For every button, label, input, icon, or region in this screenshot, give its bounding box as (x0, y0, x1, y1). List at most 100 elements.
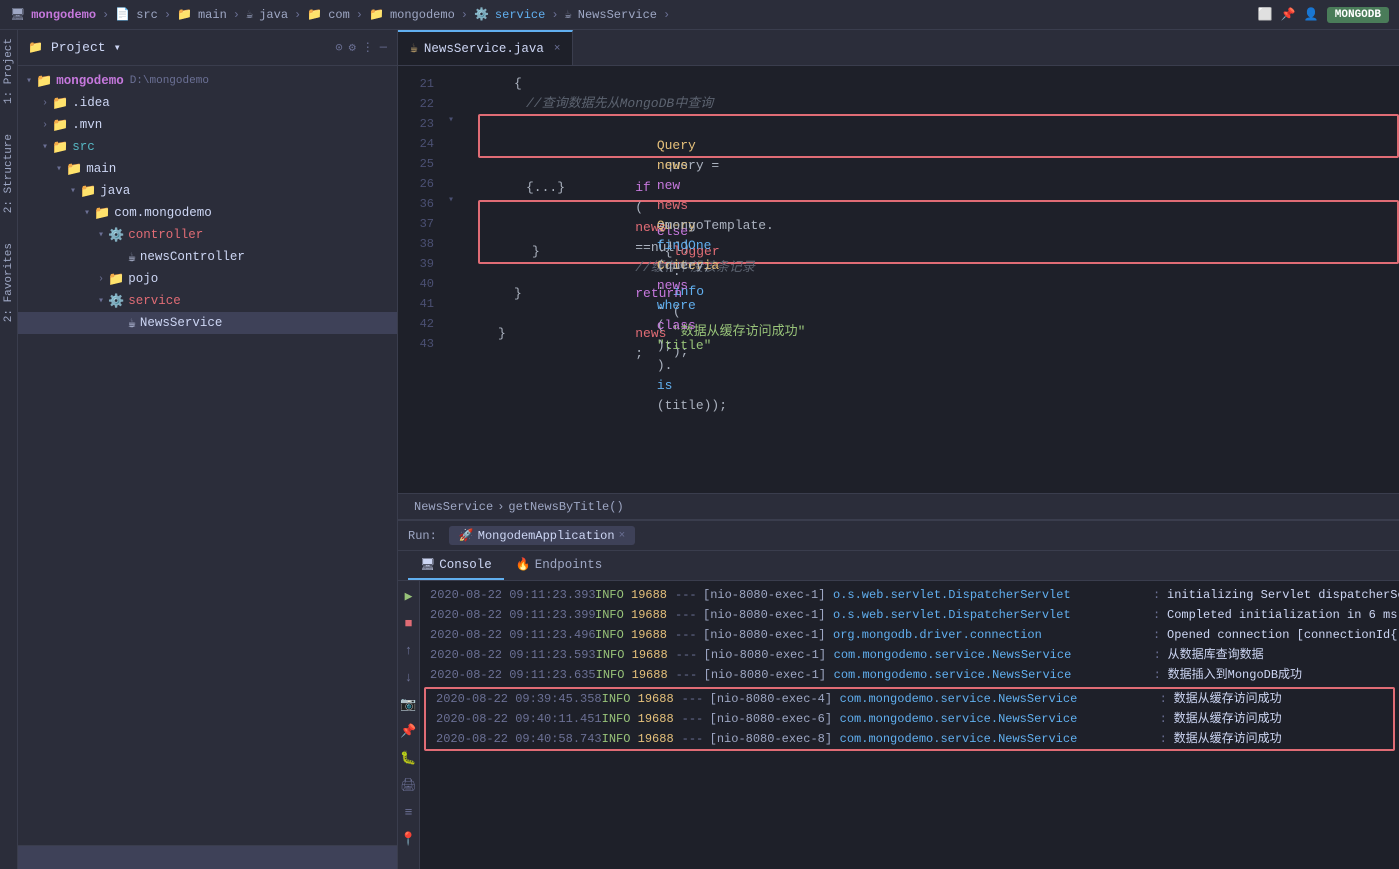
tree-label-com-mongodemo: com.mongodemo (114, 206, 212, 220)
code-line-23: Query query = new Query ( Criteria . whe… (480, 116, 1397, 136)
tree-label-mvn: .mvn (72, 118, 102, 132)
debug-btn[interactable]: 🐛 (398, 749, 418, 768)
class-newsservice-8: com.mongodemo.service.NewsService (840, 729, 1160, 749)
tree-arrow-mvn: › (38, 120, 52, 131)
locate-icon[interactable]: ⊙ (335, 40, 342, 55)
class-newsservice-5: com.mongodemo.service.NewsService (834, 665, 1154, 685)
scroll-up-btn[interactable]: ↑ (403, 641, 415, 660)
tab-close-btn[interactable]: × (554, 43, 561, 55)
console-row-7: 2020-08-22 09:40:11.451 INFO 19688 --- [… (426, 709, 1393, 729)
bp-tab-endpoints[interactable]: 🔥 Endpoints (504, 551, 614, 580)
tree-item-com-mongodemo[interactable]: ▾ 📁 com.mongodemo (18, 202, 397, 224)
console-row-3: 2020-08-22 09:11:23.496 INFO 19688 --- [… (420, 625, 1399, 645)
tree-item-mongodemo[interactable]: ▾ 📁 mongodemo D:\mongodemo (18, 70, 397, 92)
scroll-down-btn[interactable]: ↓ (403, 668, 415, 687)
tree-item-java[interactable]: ▾ 📁 java (18, 180, 397, 202)
filter-btn[interactable]: ≡ (403, 803, 415, 822)
run-tab-icon: 🚀 (459, 528, 474, 543)
tree-label-pojo: pojo (128, 272, 158, 286)
top-bar-icon: 🖥 (10, 7, 25, 22)
line-numbers: 21 22 23 24 25 26 36 37 38 39 40 41 42 4… (398, 66, 444, 493)
sidebar-toolbar-icons[interactable]: ⊙ ⚙ ⋮ — (335, 40, 387, 55)
tree-label-main: main (86, 162, 116, 176)
minimize-icon[interactable]: — (380, 40, 387, 55)
left-sidebar: 📁 Project ▾ ⊙ ⚙ ⋮ — ▾ 📁 mongodemo D:\mon… (18, 30, 398, 869)
class-newsservice-6: com.mongodemo.service.NewsService (840, 689, 1160, 709)
code-content[interactable]: { //查询数据先从MongoDB中查询 Query query = (458, 66, 1399, 493)
pin-btn[interactable]: 📌 (398, 722, 418, 741)
tree-arrow-src: ▾ (38, 141, 52, 153)
more-icon[interactable]: ⋮ (362, 40, 374, 55)
tree-item-src[interactable]: ▾ 📁 src (18, 136, 397, 158)
main-layout: 1: Project 2: Structure 2: Favorites 📁 P… (0, 30, 1399, 869)
folder-icon: 📁 (28, 40, 43, 55)
run-label: Run: (408, 529, 437, 543)
class-newsservice-7: com.mongodemo.service.NewsService (840, 709, 1160, 729)
top-bar-right-icons: ⬜ 📌 👤 MONGODB (1258, 7, 1389, 23)
tree-item-newscontroller[interactable]: ☕ newsController (18, 246, 397, 268)
tree-arrow-pojo: › (94, 274, 108, 285)
tree-label-controller: controller (128, 228, 203, 242)
tree-arrow-service: ▾ (94, 295, 108, 307)
tree-item-newsservice[interactable]: ☕ NewsService (18, 312, 397, 334)
project-label-side: 1: Project (3, 38, 15, 104)
console-row-5: 2020-08-22 09:11:23.635 INFO 19688 --- [… (420, 665, 1399, 685)
highlight-box-query: Query query = new Query ( Criteria . whe… (478, 114, 1399, 158)
code-line-24: news news =mongoTemplate. findOne (query… (480, 136, 1397, 156)
favorites-label-side: 2: Favorites (3, 243, 15, 322)
console-row-2: 2020-08-22 09:11:23.399 INFO 19688 --- [… (420, 605, 1399, 625)
top-bar-icon-newsservice: ☕ (565, 7, 572, 22)
breadcrumb-method: getNewsByTitle() (508, 500, 623, 514)
tree-arrow-com: ▾ (80, 207, 94, 219)
stop-btn[interactable]: ■ (403, 614, 415, 633)
run-tab-label: MongodemApplication (478, 529, 615, 543)
console-output[interactable]: 2020-08-22 09:11:23.393 INFO 19688 --- [… (420, 581, 1399, 869)
tree-label-java: java (100, 184, 130, 198)
pin-icon[interactable]: 📌 (1281, 7, 1296, 22)
editor-area: ☕ NewsService.java × 21 22 23 24 25 26 3… (398, 30, 1399, 519)
tree-item-mvn[interactable]: › 📁 .mvn (18, 114, 397, 136)
print-btn[interactable]: 🖨 (398, 776, 419, 795)
tree-item-pojo[interactable]: › 📁 pojo (18, 268, 397, 290)
editor-tab-newsservice[interactable]: ☕ NewsService.java × (398, 30, 573, 65)
restart-btn[interactable]: ▶ (403, 587, 415, 606)
top-bar-icon-src: 📄 (115, 7, 130, 22)
top-bar-icon-java: ☕ (246, 7, 253, 22)
tab-filename: NewsService.java (424, 42, 544, 56)
run-tab-close[interactable]: × (619, 530, 626, 542)
tree-path: D:\mongodemo (130, 75, 209, 87)
user-icon[interactable]: 👤 (1304, 7, 1319, 22)
top-bar-icon-service: ⚙️ (474, 7, 489, 22)
tree-item-main[interactable]: ▾ 📁 main (18, 158, 397, 180)
screen-icon[interactable]: ⬜ (1258, 7, 1273, 22)
console-row-1: 2020-08-22 09:11:23.393 INFO 19688 --- [… (420, 585, 1399, 605)
project-toolbar-label: Project (51, 40, 106, 55)
tree-label-newscontroller: newsController (140, 250, 245, 264)
tree-item-service[interactable]: ▾ ⚙️ service (18, 290, 397, 312)
top-bar: 🖥 mongodemo › 📄 src › 📁 main › ☕ java › … (0, 0, 1399, 30)
tree-arrow-idea: › (38, 98, 52, 109)
code-editor: 21 22 23 24 25 26 36 37 38 39 40 41 42 4… (398, 66, 1399, 493)
bp-tab-console[interactable]: 🖥 Console (408, 551, 504, 580)
tree-item-idea[interactable]: › 📁 .idea (18, 92, 397, 114)
endpoints-label: Endpoints (535, 558, 603, 572)
endpoints-icon: 🔥 (516, 557, 531, 572)
top-bar-project: mongodemo (31, 8, 96, 22)
run-tab-mongodemo[interactable]: 🚀 MongodemApplication × (449, 526, 635, 545)
code-line-21: { (474, 74, 1399, 94)
pin2-btn[interactable]: 📍 (398, 830, 418, 849)
tree-arrow-controller: ▾ (94, 229, 108, 241)
top-bar-icon-main: 📁 (177, 7, 192, 22)
console-container: ▶ ■ ↑ ↓ 📷 📌 🐛 🖨 ≡ 📍 2020-08-22 09:11:23.… (398, 581, 1399, 869)
tree-item-controller[interactable]: ▾ ⚙️ controller (18, 224, 397, 246)
top-bar-icon-mongodemo: 📁 (369, 7, 384, 22)
mongodb-badge: MONGODB (1327, 7, 1389, 23)
screenshot-btn[interactable]: 📷 (398, 695, 418, 714)
settings-icon[interactable]: ⚙ (349, 40, 356, 55)
breadcrumb-bar: NewsService › getNewsByTitle() (398, 493, 1399, 519)
console-row-8: 2020-08-22 09:40:58.743 INFO 19688 --- [… (426, 729, 1393, 749)
structure-label-side: 2: Structure (3, 134, 15, 213)
top-bar-icon-com: 📁 (307, 7, 322, 22)
tree-arrow-main: ▾ (52, 163, 66, 175)
class-newsservice-4: com.mongodemo.service.NewsService (834, 645, 1154, 665)
